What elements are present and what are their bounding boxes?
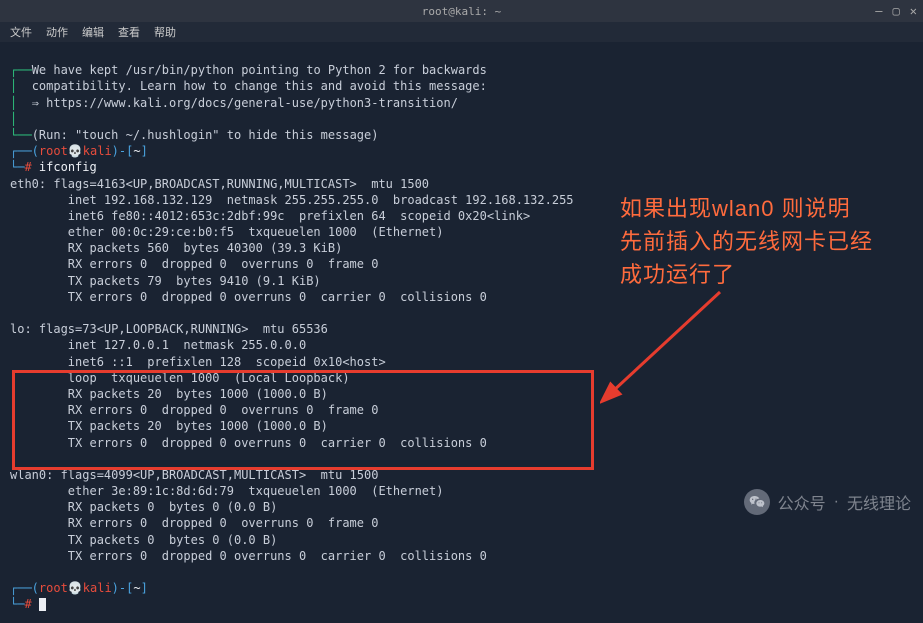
command-ifconfig: ifconfig (39, 160, 97, 174)
prompt-host: kali (83, 144, 112, 158)
titlebar: root@kali: ~ — ▢ ✕ (0, 0, 923, 22)
wlan0-block: wlan0: flags=4099<UP,BROADCAST,MULTICAST… (10, 468, 487, 563)
menu-edit[interactable]: 编辑 (82, 24, 104, 40)
menu-actions[interactable]: 动作 (46, 24, 68, 40)
menu-view[interactable]: 查看 (118, 24, 140, 40)
motd-line4: (Run: "touch ~/.hushlogin" to hide this … (32, 128, 379, 142)
menubar: 文件 动作 编辑 查看 帮助 (0, 22, 923, 42)
close-icon[interactable]: ✕ (910, 4, 917, 18)
minimize-icon[interactable]: — (875, 4, 882, 18)
skull-icon: 💀 (68, 144, 83, 158)
motd-line3: ⇒ https://www.kali.org/docs/general-use/… (32, 96, 458, 110)
eth0-block: eth0: flags=4163<UP,BROADCAST,RUNNING,MU… (10, 177, 574, 304)
cursor[interactable] (39, 598, 46, 611)
menu-file[interactable]: 文件 (10, 24, 32, 40)
wechat-icon (744, 489, 770, 515)
skull-icon: 💀 (68, 581, 83, 595)
menu-help[interactable]: 帮助 (154, 24, 176, 40)
prompt-user: root (39, 144, 68, 158)
window-title: root@kali: ~ (422, 5, 501, 18)
lo-block: lo: flags=73<UP,LOOPBACK,RUNNING> mtu 65… (10, 322, 487, 449)
watermark: 公众号 · 无线理论 (744, 489, 911, 515)
terminal-output[interactable]: ┌──We have kept /usr/bin/python pointing… (0, 42, 923, 623)
motd-line2: compatibility. Learn how to change this … (32, 79, 487, 93)
maximize-icon[interactable]: ▢ (893, 4, 900, 18)
annotation-text: 如果出现wlan0 则说明 先前插入的无线网卡已经 成功运行了 (620, 192, 873, 291)
motd-line1: We have kept /usr/bin/python pointing to… (32, 63, 487, 77)
